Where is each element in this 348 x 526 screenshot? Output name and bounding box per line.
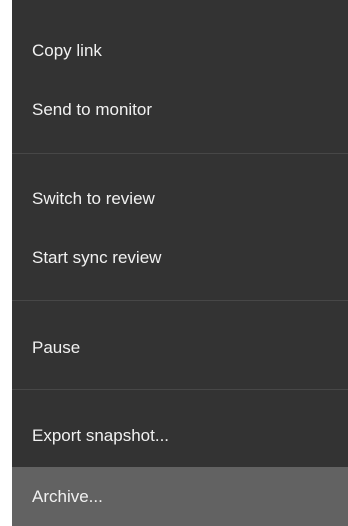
menu-item-send-to-monitor[interactable]: Send to monitor [12, 86, 348, 134]
menu-divider [12, 300, 348, 301]
menu-item-pause[interactable]: Pause [12, 324, 348, 372]
menu-item-label: Start sync review [32, 248, 162, 267]
menu-item-label: Copy link [32, 41, 102, 60]
menu-item-label: Export snapshot... [32, 426, 170, 445]
menu-divider [12, 389, 348, 390]
menu-item-export-snapshot[interactable]: Export snapshot... [12, 412, 348, 460]
menu-item-label: Send to monitor [32, 100, 153, 119]
menu-item-label: Switch to review [32, 189, 155, 208]
menu-item-label: Archive... [32, 486, 103, 506]
menu-item-switch-to-review[interactable]: Switch to review [12, 175, 348, 223]
context-menu: Copy link Send to monitor Switch to revi… [12, 0, 348, 526]
menu-item-copy-link[interactable]: Copy link [12, 27, 348, 75]
menu-item-label: Pause [32, 338, 81, 357]
menu-item-archive[interactable]: Archive... [12, 467, 348, 526]
menu-divider [12, 153, 348, 154]
menu-item-start-sync-review[interactable]: Start sync review [12, 234, 348, 282]
